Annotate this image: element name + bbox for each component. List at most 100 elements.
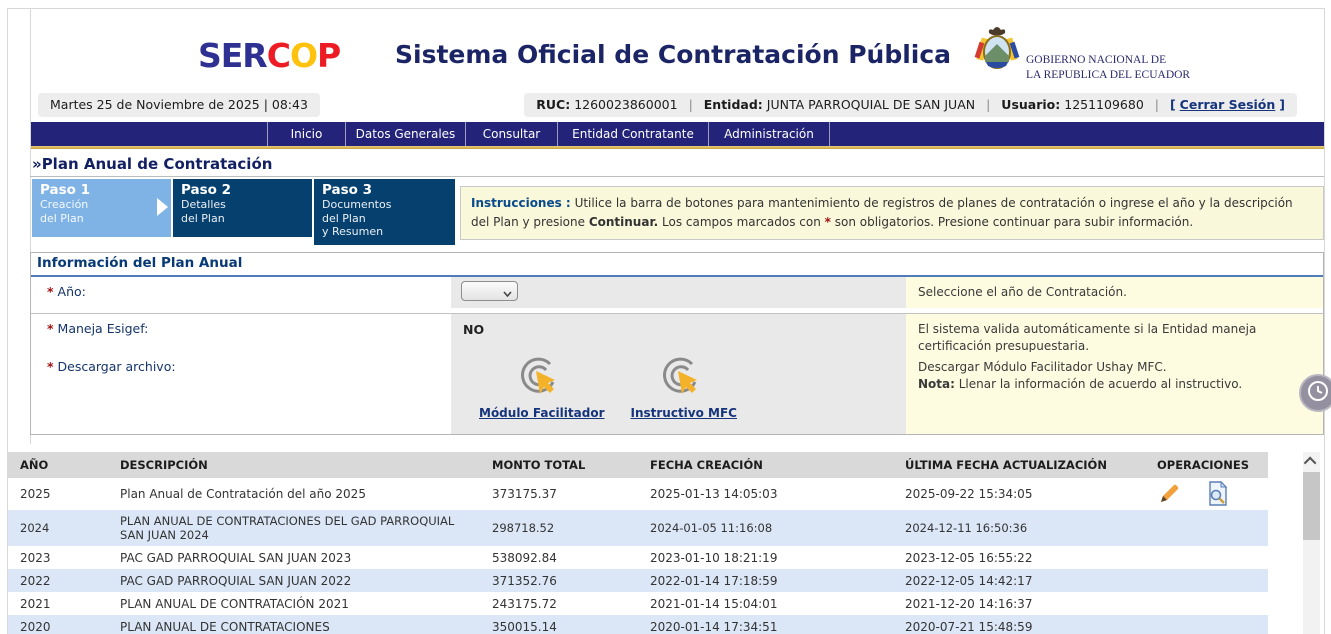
session-badge: RUC: 1260023860001 | Entidad: JUNTA PARR…: [524, 93, 1297, 117]
edit-pencil-icon[interactable]: [1157, 482, 1181, 506]
module-facilitador-link[interactable]: Módulo Facilitador: [479, 406, 604, 420]
table-header-row: AÑO DESCRIPCIÓN MONTO TOTAL FECHA CREACI…: [8, 452, 1268, 478]
cell-description: PLAN ANUAL DE CONTRATACIONES DEL GAD PAR…: [108, 511, 480, 545]
gold-accent-line: [31, 146, 1324, 149]
cell-updated: 2025-09-22 15:34:05: [893, 484, 1145, 504]
instructivo-mfc-link[interactable]: Instructivo MFC: [630, 406, 737, 420]
step-title: Paso 1: [40, 182, 163, 198]
government-line2: LA REPUBLICA DEL ECUADOR: [1026, 68, 1190, 83]
cell-operations: [1145, 601, 1268, 607]
cell-description: PAC GAD PARROQUIAL SAN JUAN 2023: [108, 548, 480, 568]
download-cell-wrap: Módulo Facilitador Instructivo MFC: [451, 352, 906, 434]
cell-created: 2022-01-14 17:18:59: [638, 571, 893, 591]
cell-amount: 298718.52: [480, 518, 638, 538]
cell-operations: [1145, 578, 1268, 584]
cell-description: PAC GAD PARROQUIAL SAN JUAN 2022: [108, 571, 480, 591]
scroll-up-button[interactable]: [1303, 452, 1320, 470]
form-row-year: * Año: Seleccione el año de Contratación…: [31, 277, 1323, 306]
required-asterisk: *: [47, 284, 54, 299]
instructive-download[interactable]: Instructivo MFC: [630, 356, 737, 420]
nav-item-datos-generales[interactable]: Datos Generales: [345, 122, 465, 146]
required-asterisk: *: [47, 359, 54, 374]
cell-amount: 371352.76: [480, 571, 638, 591]
col-header-operaciones: OPERACIONES: [1145, 452, 1268, 478]
logout-bracket-close: ]: [1279, 97, 1285, 112]
nav-item-consultar[interactable]: Consultar: [465, 122, 557, 146]
table-row: 2023 PAC GAD PARROQUIAL SAN JUAN 2023 53…: [8, 546, 1268, 569]
user-value: 1251109680: [1064, 97, 1144, 112]
step-line: del Plan: [322, 212, 447, 226]
cell-created: 2021-01-14 15:04:01: [638, 594, 893, 614]
cell-amount: 350015.14: [480, 617, 638, 634]
col-header-actualizacion: ÚLTIMA FECHA ACTUALIZACIÓN: [893, 452, 1145, 478]
cell-updated: 2020-07-21 15:48:59: [893, 617, 1145, 634]
year-select[interactable]: [461, 281, 518, 301]
page-title: Sistema Oficial de Contratación Pública: [395, 40, 951, 69]
entity-value: JUNTA PARROQUIAL DE SAN JUAN: [767, 97, 975, 112]
step-1-creacion: Paso 1 Creación del Plan: [32, 179, 171, 237]
cell-year: 2020: [8, 617, 108, 634]
datetime-badge: Martes 25 de Noviembre de 2025 | 08:43: [38, 93, 320, 117]
separator: |: [689, 97, 693, 112]
esigef-value: NO: [463, 322, 906, 337]
table-row: 2025 Plan Anual de Contratación del año …: [8, 478, 1268, 510]
esigef-label-text: Maneja Esigef:: [58, 321, 149, 336]
chevron-up-icon: [1304, 456, 1317, 469]
col-header-fecha-creacion: FECHA CREACIÓN: [638, 452, 893, 478]
nav-item-administracion[interactable]: Administración: [708, 122, 829, 146]
table-scrollbar[interactable]: [1303, 452, 1320, 634]
step-line: del Plan: [181, 212, 304, 226]
year-field-cell: [451, 277, 906, 308]
view-document-icon[interactable]: [1207, 481, 1229, 507]
instructions-bold: Continuar.: [589, 215, 658, 229]
click-cursor-icon: [661, 387, 707, 406]
col-header-ano: AÑO: [8, 452, 108, 478]
cell-operations: [1145, 525, 1268, 531]
year-label: * Año:: [31, 277, 451, 308]
col-header-monto: MONTO TOTAL: [480, 452, 638, 478]
entity-label: Entidad:: [704, 97, 763, 112]
col-header-descripcion: DESCRIPCIÓN: [108, 452, 480, 478]
table-row: 2024 PLAN ANUAL DE CONTRATACIONES DEL GA…: [8, 510, 1268, 546]
instructions-text: Los campos marcados con: [658, 215, 824, 229]
cell-year: 2022: [8, 571, 108, 591]
cell-description: Plan Anual de Contratación del año 2025: [108, 484, 480, 504]
plan-table: AÑO DESCRIPCIÓN MONTO TOTAL FECHA CREACI…: [8, 452, 1268, 634]
cell-updated: 2024-12-11 16:50:36: [893, 518, 1145, 538]
step-3-documentos: Paso 3 Documentos del Plan y Resumen: [314, 179, 455, 245]
cell-amount: 373175.37: [480, 484, 638, 504]
frame-right: [1324, 8, 1325, 634]
module-download[interactable]: Módulo Facilitador: [479, 356, 604, 420]
ruc-label: RUC:: [536, 97, 570, 112]
form-row-esigef: * Maneja Esigef: NO El sistema valida au…: [31, 314, 1323, 351]
step-line: Creación: [40, 198, 163, 212]
cell-created: 2023-01-10 18:21:19: [638, 548, 893, 568]
scrollbar-thumb[interactable]: [1303, 472, 1320, 540]
logo-o: O: [290, 36, 317, 75]
logo-c: C: [267, 36, 290, 75]
cell-created: 2024-01-05 11:16:08: [638, 518, 893, 538]
cell-updated: 2023-12-05 16:55:22: [893, 548, 1145, 568]
main-nav: Inicio Datos Generales Consultar Entidad…: [31, 122, 1324, 146]
cell-amount: 243175.72: [480, 594, 638, 614]
instructions-box: Instrucciones : Utilice la barra de boto…: [460, 186, 1324, 240]
note-label: Nota:: [918, 377, 955, 391]
download-label: * Descargar archivo:: [31, 352, 451, 434]
instructions-label: Instrucciones :: [471, 196, 571, 210]
step-line: y Resumen: [322, 225, 447, 239]
cell-created: 2025-01-13 14:05:03: [638, 484, 893, 504]
download-cell: Módulo Facilitador Instructivo MFC: [451, 352, 906, 420]
nav-item-inicio[interactable]: Inicio: [267, 122, 345, 146]
nav-item-entidad-contratante[interactable]: Entidad Contratante: [557, 122, 708, 146]
cell-description: PLAN ANUAL DE CONTRATACIÓN 2021: [108, 594, 480, 614]
cell-year: 2025: [8, 484, 108, 504]
required-asterisk: *: [47, 321, 54, 336]
cell-operations: [1145, 555, 1268, 561]
clock-widget-button[interactable]: [1299, 374, 1331, 412]
separator: |: [1155, 97, 1159, 112]
page: SERCOP Sistema Oficial de Contratación P…: [0, 0, 1331, 634]
cell-updated: 2022-12-05 14:42:17: [893, 571, 1145, 591]
cell-description: PLAN ANUAL DE CONTRATACIONES: [108, 617, 480, 634]
logout-link[interactable]: Cerrar Sesión: [1180, 97, 1276, 112]
user-label: Usuario:: [1001, 97, 1060, 112]
